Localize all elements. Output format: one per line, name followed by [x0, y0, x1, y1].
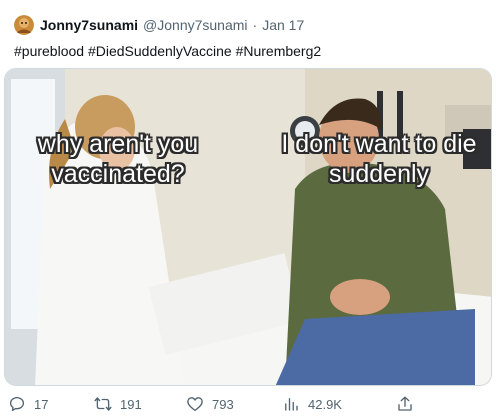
share-button[interactable] [396, 394, 422, 414]
tweet-text[interactable]: #pureblood #DiedSuddenlyVaccine #Nurembe… [14, 43, 321, 59]
like-count: 793 [212, 396, 234, 412]
user-handle[interactable]: @Jonny7sunami [143, 17, 248, 33]
retweet-count: 191 [120, 396, 142, 412]
like-button[interactable]: 793 [186, 394, 234, 414]
heart-icon [187, 397, 203, 412]
share-icon [398, 396, 412, 411]
views-icon [285, 398, 298, 411]
meme-caption-right: I don't want to die suddenly [281, 130, 477, 188]
display-name[interactable]: Jonny7sunami [40, 17, 138, 33]
reply-count: 17 [34, 396, 49, 412]
tweet-actions-bar: 17 191 793 42.9K [0, 394, 500, 416]
meme-caption-left: why aren't you vaccinated? [37, 130, 199, 188]
reply-icon [9, 396, 25, 412]
separator-dot: · [252, 17, 258, 33]
tweet-card[interactable]: Jonny7sunami @Jonny7sunami · Jan 17 #pur… [0, 0, 500, 417]
views-button[interactable]: 42.9K [282, 394, 342, 414]
meme-photo [5, 69, 491, 385]
reply-button[interactable]: 17 [8, 394, 48, 414]
views-count: 42.9K [308, 396, 342, 412]
tweet-date[interactable]: Jan 17 [262, 17, 304, 33]
tweet-media-image[interactable] [4, 68, 492, 386]
retweet-icon [94, 397, 112, 411]
tweet-header: Jonny7sunami @Jonny7sunami · Jan 17 [14, 14, 304, 36]
avatar[interactable] [14, 15, 34, 35]
retweet-button[interactable]: 191 [94, 394, 142, 414]
